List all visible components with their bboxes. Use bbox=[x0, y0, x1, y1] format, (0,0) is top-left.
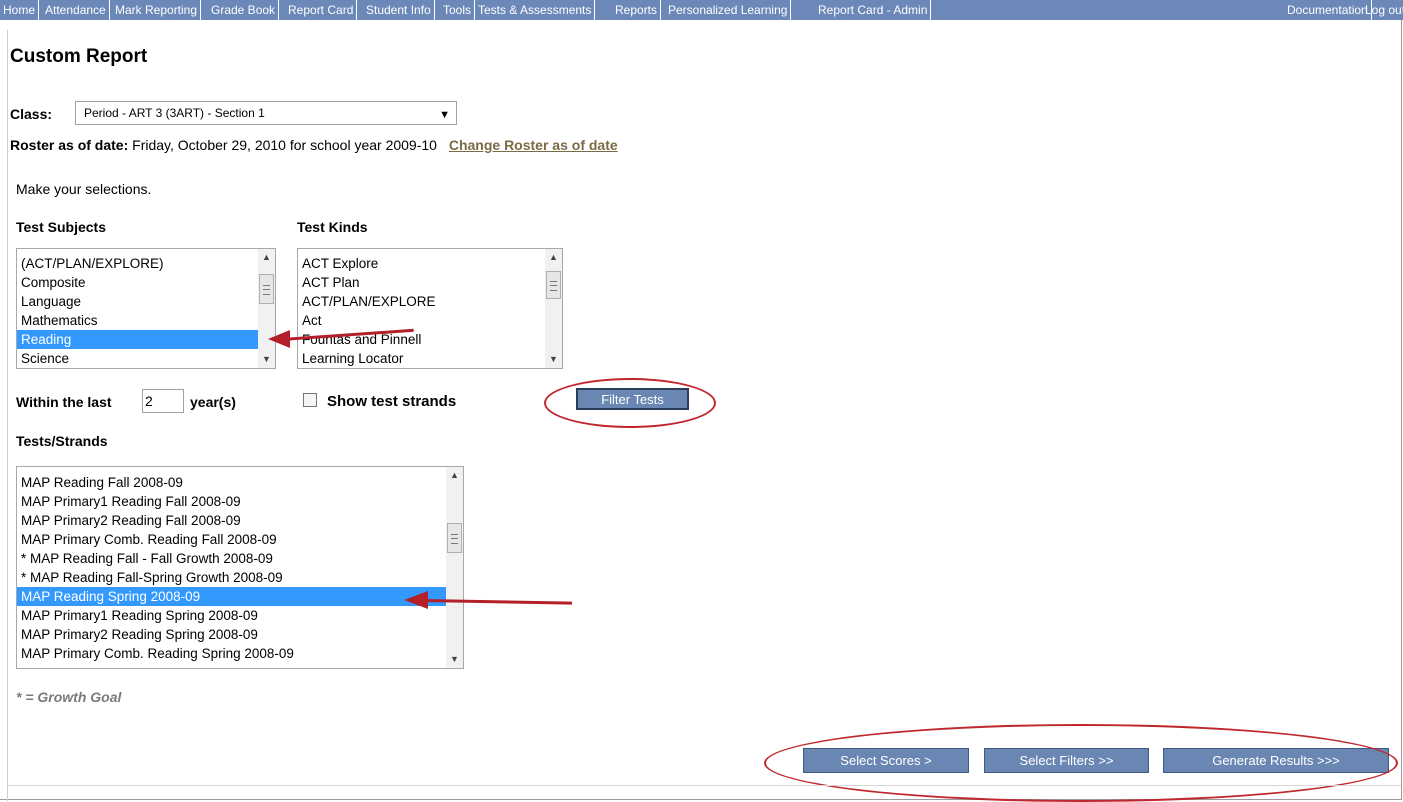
list-item[interactable]: Act bbox=[298, 311, 562, 330]
list-item[interactable]: MAP Primary2 Reading Fall 2008-09 bbox=[17, 511, 463, 530]
annotation-arrowhead bbox=[268, 330, 290, 348]
nav-grade-book[interactable]: Grade Book bbox=[208, 0, 280, 20]
class-select[interactable]: Period - ART 3 (3ART) - Section 1 ▼ bbox=[75, 101, 457, 125]
years-label: year(s) bbox=[190, 394, 236, 410]
test-subjects-heading: Test Subjects bbox=[16, 219, 106, 235]
nav-tests-assessments[interactable]: Tests & Assessments bbox=[475, 0, 596, 20]
select-scores-button[interactable]: Select Scores > bbox=[803, 748, 969, 773]
list-item[interactable]: MAP Primary Comb. Reading Fall 2008-09 bbox=[17, 530, 463, 549]
filter-tests-button[interactable]: Filter Tests bbox=[576, 388, 689, 410]
list-item[interactable]: ACT Explore bbox=[298, 254, 562, 273]
list-item[interactable]: Learning Locator bbox=[298, 349, 562, 368]
test-subjects-list[interactable]: (ACT/PLAN/EXPLORE) Composite Language Ma… bbox=[16, 248, 276, 369]
nav-student-info[interactable]: Student Info bbox=[363, 0, 435, 20]
scroll-up-icon[interactable]: ▲ bbox=[258, 249, 275, 266]
nav-documentation[interactable]: Documentation bbox=[1284, 0, 1372, 20]
scroll-down-icon[interactable]: ▼ bbox=[446, 651, 463, 668]
top-nav: Home Attendance Mark Reporting Grade Boo… bbox=[0, 0, 1403, 20]
list-item[interactable]: * MAP Reading Fall-Spring Growth 2008-09 bbox=[17, 568, 463, 587]
scroll-thumb[interactable] bbox=[546, 271, 561, 299]
nav-reports[interactable]: Reports bbox=[612, 0, 662, 20]
test-kinds-scrollbar[interactable]: ▲ ▼ bbox=[545, 249, 562, 368]
nav-report-card-admin[interactable]: Report Card - Admin bbox=[815, 0, 932, 20]
list-item[interactable]: Language bbox=[17, 292, 275, 311]
annotation-arrowhead bbox=[404, 591, 428, 609]
scroll-thumb[interactable] bbox=[259, 274, 274, 304]
nav-home[interactable]: Home bbox=[0, 0, 40, 20]
scroll-down-icon[interactable]: ▼ bbox=[258, 351, 275, 368]
list-item[interactable]: * MAP Reading Fall - Fall Growth 2008-09 bbox=[17, 549, 463, 568]
list-item[interactable]: MAP Reading Fall 2008-09 bbox=[17, 473, 463, 492]
test-kinds-heading: Test Kinds bbox=[297, 219, 368, 235]
change-roster-link[interactable]: Change Roster as of date bbox=[449, 137, 618, 153]
generate-results-button[interactable]: Generate Results >>> bbox=[1163, 748, 1389, 773]
class-select-value: Period - ART 3 (3ART) - Section 1 bbox=[84, 106, 265, 120]
scroll-down-icon[interactable]: ▼ bbox=[545, 351, 562, 368]
left-border bbox=[7, 30, 8, 801]
tests-strands-list[interactable]: MAP Reading Fall 2008-09 MAP Primary1 Re… bbox=[16, 466, 464, 669]
list-item[interactable]: MAP Primary Comb. Reading Spring 2008-09 bbox=[17, 644, 463, 663]
list-item[interactable]: Mathematics bbox=[17, 311, 275, 330]
test-subjects-scrollbar[interactable]: ▲ ▼ bbox=[258, 249, 275, 368]
show-strands-checkbox[interactable] bbox=[303, 393, 317, 407]
tests-strands-scrollbar[interactable]: ▲ ▼ bbox=[446, 467, 463, 668]
list-item[interactable]: (ACT/PLAN/EXPLORE) bbox=[17, 254, 275, 273]
list-item[interactable]: Composite bbox=[17, 273, 275, 292]
list-item[interactable]: Science bbox=[17, 349, 275, 368]
scroll-thumb[interactable] bbox=[447, 523, 462, 553]
nav-mark-reporting[interactable]: Mark Reporting bbox=[112, 0, 202, 20]
within-label: Within the last bbox=[16, 394, 112, 410]
roster-text: Friday, October 29, 2010 for school year… bbox=[132, 137, 437, 153]
tests-strands-heading: Tests/Strands bbox=[16, 433, 108, 449]
list-item[interactable]: MAP Primary1 Reading Spring 2008-09 bbox=[17, 606, 463, 625]
list-item[interactable]: MAP Primary2 Reading Spring 2008-09 bbox=[17, 625, 463, 644]
show-strands-label: Show test strands bbox=[327, 393, 457, 410]
nav-report-card[interactable]: Report Card bbox=[285, 0, 358, 20]
class-label: Class: bbox=[10, 106, 53, 122]
roster-row: Roster as of date: Friday, October 29, 2… bbox=[10, 137, 618, 153]
list-item-selected[interactable]: Reading bbox=[17, 330, 258, 349]
nav-attendance[interactable]: Attendance bbox=[42, 0, 110, 20]
footer-divider bbox=[8, 785, 1401, 786]
growth-goal-note: * = Growth Goal bbox=[16, 689, 122, 705]
scroll-up-icon[interactable]: ▲ bbox=[545, 249, 562, 266]
nav-personalized-learning[interactable]: Personalized Learning bbox=[665, 0, 792, 20]
list-item[interactable]: MAP Primary1 Reading Fall 2008-09 bbox=[17, 492, 463, 511]
list-item[interactable]: Fountas and Pinnell bbox=[298, 330, 562, 349]
select-filters-button[interactable]: Select Filters >> bbox=[984, 748, 1149, 773]
nav-tools[interactable]: Tools bbox=[440, 0, 476, 20]
list-item-selected[interactable]: MAP Reading Spring 2008-09 bbox=[17, 587, 446, 606]
test-kinds-list[interactable]: ACT Explore ACT Plan ACT/PLAN/EXPLORE Ac… bbox=[297, 248, 563, 369]
class-label-row: Class: bbox=[10, 106, 52, 122]
nav-log-out[interactable]: Log out bbox=[1362, 0, 1403, 20]
chevron-down-icon: ▼ bbox=[439, 109, 450, 121]
scroll-up-icon[interactable]: ▲ bbox=[446, 467, 463, 484]
years-input[interactable]: 2 bbox=[142, 389, 184, 413]
roster-label: Roster as of date: bbox=[10, 137, 129, 153]
list-item[interactable]: ACT Plan bbox=[298, 273, 562, 292]
page-title: Custom Report bbox=[10, 46, 148, 67]
instructions: Make your selections. bbox=[16, 181, 152, 197]
list-item[interactable]: ACT/PLAN/EXPLORE bbox=[298, 292, 562, 311]
